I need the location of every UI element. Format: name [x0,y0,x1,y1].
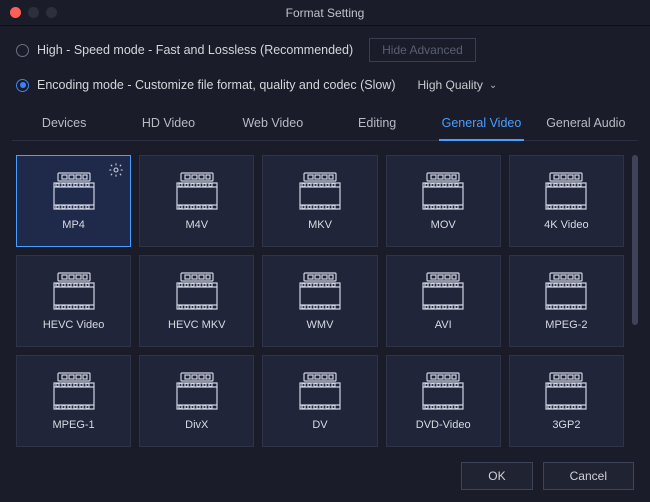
tab-devices[interactable]: Devices [12,106,116,140]
quality-select[interactable]: High Quality ⌄ [410,74,506,96]
format-label: M4V [185,219,208,231]
format-tile[interactable]: HEVC MKV [139,255,254,347]
film-icon [52,171,96,211]
film-icon [175,271,219,311]
format-tile[interactable]: WMV [262,255,377,347]
format-tile[interactable]: MOV [386,155,501,247]
format-label: MOV [431,219,456,231]
format-label: HEVC Video [43,319,105,331]
format-tile[interactable]: 3GP2 [509,355,624,447]
cancel-button[interactable]: Cancel [543,462,634,490]
format-tile[interactable]: 4K Video [509,155,624,247]
format-tile[interactable]: MP4 [16,155,131,247]
window-controls [10,7,57,18]
tabs: DevicesHD VideoWeb VideoEditingGeneral V… [12,106,638,141]
tab-general-video[interactable]: General Video [429,106,533,140]
titlebar: Format Setting [0,0,650,26]
tab-web-video[interactable]: Web Video [221,106,325,140]
format-label: MPEG-2 [545,319,587,331]
high-speed-label: High - Speed mode - Fast and Lossless (R… [37,43,353,57]
film-icon [421,371,465,411]
tab-editing[interactable]: Editing [325,106,429,140]
format-label: MPEG-1 [53,419,95,431]
format-label: 4K Video [544,219,588,231]
window-title: Format Setting [286,6,365,20]
tab-hd-video[interactable]: HD Video [116,106,220,140]
film-icon [544,171,588,211]
format-label: MP4 [62,219,85,231]
format-label: MKV [308,219,332,231]
format-label: AVI [435,319,452,331]
chevron-down-icon: ⌄ [489,80,497,91]
format-tile[interactable]: DivX [139,355,254,447]
hide-advanced-button[interactable]: Hide Advanced [369,38,476,62]
format-tile[interactable]: DV [262,355,377,447]
film-icon [175,371,219,411]
close-icon[interactable] [10,7,21,18]
radio-icon[interactable] [16,44,29,57]
film-icon [52,371,96,411]
encoding-label: Encoding mode - Customize file format, q… [37,78,396,92]
quality-value: High Quality [418,78,483,92]
format-grid: MP4 M4V MKV MOV 4K Video HEVC Video HEVC… [16,155,634,447]
format-label: DVD-Video [416,419,471,431]
gear-icon[interactable] [108,162,124,178]
film-icon [52,271,96,311]
scrollbar-thumb[interactable] [632,155,638,325]
film-icon [298,371,342,411]
format-label: WMV [307,319,334,331]
format-label: DivX [185,419,208,431]
format-tile[interactable]: MPEG-2 [509,255,624,347]
format-tile[interactable]: AVI [386,255,501,347]
minimize-icon[interactable] [28,7,39,18]
tab-general-audio[interactable]: General Audio [534,106,638,140]
film-icon [544,271,588,311]
encoding-mode-row[interactable]: Encoding mode - Customize file format, q… [16,74,634,96]
format-label: HEVC MKV [168,319,225,331]
format-tile[interactable]: MKV [262,155,377,247]
format-tile[interactable]: HEVC Video [16,255,131,347]
format-label: 3GP2 [552,419,580,431]
film-icon [298,271,342,311]
high-speed-mode-row[interactable]: High - Speed mode - Fast and Lossless (R… [16,38,634,62]
format-tile[interactable]: MPEG-1 [16,355,131,447]
ok-button[interactable]: OK [461,462,532,490]
radio-icon[interactable] [16,79,29,92]
scrollbar[interactable] [632,155,638,447]
film-icon [175,171,219,211]
film-icon [544,371,588,411]
format-tile[interactable]: M4V [139,155,254,247]
format-tile[interactable]: DVD-Video [386,355,501,447]
format-label: DV [312,419,327,431]
film-icon [421,271,465,311]
film-icon [421,171,465,211]
maximize-icon[interactable] [46,7,57,18]
film-icon [298,171,342,211]
